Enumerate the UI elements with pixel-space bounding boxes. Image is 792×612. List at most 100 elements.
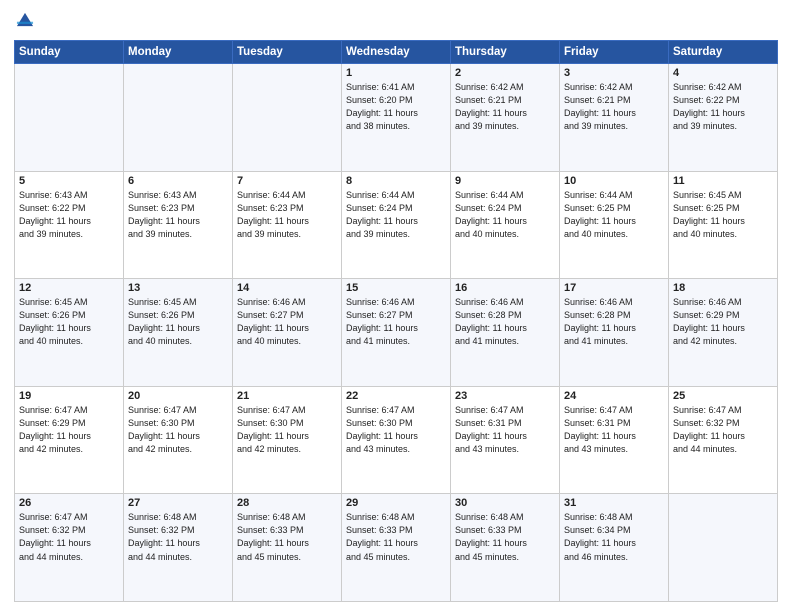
day-info: Sunrise: 6:48 AM Sunset: 6:32 PM Dayligh… bbox=[128, 511, 228, 563]
day-number: 20 bbox=[128, 390, 228, 402]
day-number: 26 bbox=[19, 497, 119, 509]
weekday-header-wednesday: Wednesday bbox=[342, 41, 451, 64]
calendar-cell: 2 Sunrise: 6:42 AM Sunset: 6:21 PM Daylig… bbox=[451, 64, 560, 172]
calendar-cell: 11 Sunrise: 6:45 AM Sunset: 6:25 PM Dayli… bbox=[669, 171, 778, 279]
day-number: 2 bbox=[455, 67, 555, 79]
page: SundayMondayTuesdayWednesdayThursdayFrid… bbox=[0, 0, 792, 612]
weekday-header-sunday: Sunday bbox=[15, 41, 124, 64]
day-info: Sunrise: 6:42 AM Sunset: 6:21 PM Dayligh… bbox=[455, 81, 555, 133]
logo bbox=[14, 10, 38, 32]
day-number: 22 bbox=[346, 390, 446, 402]
calendar-cell: 25 Sunrise: 6:47 AM Sunset: 6:32 PM Dayli… bbox=[669, 386, 778, 494]
day-info: Sunrise: 6:45 AM Sunset: 6:26 PM Dayligh… bbox=[128, 296, 228, 348]
calendar-cell: 27Sunrise: 6:48 AM Sunset: 6:32 PM Dayli… bbox=[124, 494, 233, 602]
day-info: Sunrise: 6:46 AM Sunset: 6:27 PM Dayligh… bbox=[346, 296, 446, 348]
day-info: Sunrise: 6:43 AM Sunset: 6:23 PM Dayligh… bbox=[128, 189, 228, 241]
day-info: Sunrise: 6:47 AM Sunset: 6:30 PM Dayligh… bbox=[237, 404, 337, 456]
calendar-cell: 23 Sunrise: 6:47 AM Sunset: 6:31 PM Dayli… bbox=[451, 386, 560, 494]
day-number: 5 bbox=[19, 175, 119, 187]
calendar-cell bbox=[233, 64, 342, 172]
calendar-cell: 7Sunrise: 6:44 AM Sunset: 6:23 PM Daylig… bbox=[233, 171, 342, 279]
calendar-cell: 8 Sunrise: 6:44 AM Sunset: 6:24 PM Daylig… bbox=[342, 171, 451, 279]
calendar-cell: 30 Sunrise: 6:48 AM Sunset: 6:33 PM Dayli… bbox=[451, 494, 560, 602]
day-info: Sunrise: 6:47 AM Sunset: 6:32 PM Dayligh… bbox=[673, 404, 773, 456]
day-number: 31 bbox=[564, 497, 664, 509]
day-number: 18 bbox=[673, 282, 773, 294]
day-number: 8 bbox=[346, 175, 446, 187]
calendar-cell: 3Sunrise: 6:42 AM Sunset: 6:21 PM Daylig… bbox=[560, 64, 669, 172]
calendar-cell: 15Sunrise: 6:46 AM Sunset: 6:27 PM Dayli… bbox=[342, 279, 451, 387]
day-number: 6 bbox=[128, 175, 228, 187]
calendar-week-4: 19Sunrise: 6:47 AM Sunset: 6:29 PM Dayli… bbox=[15, 386, 778, 494]
weekday-header-friday: Friday bbox=[560, 41, 669, 64]
day-info: Sunrise: 6:48 AM Sunset: 6:33 PM Dayligh… bbox=[237, 511, 337, 563]
day-info: Sunrise: 6:48 AM Sunset: 6:34 PM Dayligh… bbox=[564, 511, 664, 563]
calendar-cell bbox=[669, 494, 778, 602]
calendar-cell: 20Sunrise: 6:47 AM Sunset: 6:30 PM Dayli… bbox=[124, 386, 233, 494]
calendar-cell: 31 Sunrise: 6:48 AM Sunset: 6:34 PM Dayli… bbox=[560, 494, 669, 602]
calendar-cell: 13 Sunrise: 6:45 AM Sunset: 6:26 PM Dayli… bbox=[124, 279, 233, 387]
day-number: 1 bbox=[346, 67, 446, 79]
day-info: Sunrise: 6:41 AM Sunset: 6:20 PM Dayligh… bbox=[346, 81, 446, 133]
day-info: Sunrise: 6:44 AM Sunset: 6:23 PM Dayligh… bbox=[237, 189, 337, 241]
calendar-cell: 19Sunrise: 6:47 AM Sunset: 6:29 PM Dayli… bbox=[15, 386, 124, 494]
day-info: Sunrise: 6:43 AM Sunset: 6:22 PM Dayligh… bbox=[19, 189, 119, 241]
calendar-cell bbox=[15, 64, 124, 172]
day-number: 16 bbox=[455, 282, 555, 294]
logo-icon bbox=[14, 10, 36, 32]
calendar-cell: 14 Sunrise: 6:46 AM Sunset: 6:27 PM Dayli… bbox=[233, 279, 342, 387]
day-number: 17 bbox=[564, 282, 664, 294]
day-number: 11 bbox=[673, 175, 773, 187]
day-info: Sunrise: 6:48 AM Sunset: 6:33 PM Dayligh… bbox=[346, 511, 446, 563]
day-info: Sunrise: 6:45 AM Sunset: 6:25 PM Dayligh… bbox=[673, 189, 773, 241]
day-info: Sunrise: 6:44 AM Sunset: 6:24 PM Dayligh… bbox=[346, 189, 446, 241]
day-number: 4 bbox=[673, 67, 773, 79]
day-info: Sunrise: 6:47 AM Sunset: 6:31 PM Dayligh… bbox=[564, 404, 664, 456]
day-info: Sunrise: 6:42 AM Sunset: 6:22 PM Dayligh… bbox=[673, 81, 773, 133]
day-info: Sunrise: 6:47 AM Sunset: 6:31 PM Dayligh… bbox=[455, 404, 555, 456]
calendar-cell: 17Sunrise: 6:46 AM Sunset: 6:28 PM Dayli… bbox=[560, 279, 669, 387]
calendar-week-5: 26 Sunrise: 6:47 AM Sunset: 6:32 PM Dayli… bbox=[15, 494, 778, 602]
day-number: 25 bbox=[673, 390, 773, 402]
weekday-header-row: SundayMondayTuesdayWednesdayThursdayFrid… bbox=[15, 41, 778, 64]
day-number: 30 bbox=[455, 497, 555, 509]
day-info: Sunrise: 6:48 AM Sunset: 6:33 PM Dayligh… bbox=[455, 511, 555, 563]
day-number: 23 bbox=[455, 390, 555, 402]
calendar-cell: 6 Sunrise: 6:43 AM Sunset: 6:23 PM Daylig… bbox=[124, 171, 233, 279]
calendar-cell: 24 Sunrise: 6:47 AM Sunset: 6:31 PM Dayli… bbox=[560, 386, 669, 494]
day-info: Sunrise: 6:46 AM Sunset: 6:27 PM Dayligh… bbox=[237, 296, 337, 348]
day-info: Sunrise: 6:44 AM Sunset: 6:24 PM Dayligh… bbox=[455, 189, 555, 241]
day-number: 29 bbox=[346, 497, 446, 509]
calendar-cell: 28Sunrise: 6:48 AM Sunset: 6:33 PM Dayli… bbox=[233, 494, 342, 602]
weekday-header-saturday: Saturday bbox=[669, 41, 778, 64]
day-number: 13 bbox=[128, 282, 228, 294]
day-number: 12 bbox=[19, 282, 119, 294]
day-number: 21 bbox=[237, 390, 337, 402]
day-number: 3 bbox=[564, 67, 664, 79]
day-info: Sunrise: 6:45 AM Sunset: 6:26 PM Dayligh… bbox=[19, 296, 119, 348]
day-number: 14 bbox=[237, 282, 337, 294]
weekday-header-thursday: Thursday bbox=[451, 41, 560, 64]
calendar-cell: 26 Sunrise: 6:47 AM Sunset: 6:32 PM Dayli… bbox=[15, 494, 124, 602]
calendar-cell: 5 Sunrise: 6:43 AM Sunset: 6:22 PM Daylig… bbox=[15, 171, 124, 279]
day-number: 19 bbox=[19, 390, 119, 402]
weekday-header-monday: Monday bbox=[124, 41, 233, 64]
calendar-cell bbox=[124, 64, 233, 172]
day-info: Sunrise: 6:44 AM Sunset: 6:25 PM Dayligh… bbox=[564, 189, 664, 241]
day-info: Sunrise: 6:46 AM Sunset: 6:29 PM Dayligh… bbox=[673, 296, 773, 348]
day-number: 10 bbox=[564, 175, 664, 187]
calendar-week-1: 1 Sunrise: 6:41 AM Sunset: 6:20 PM Daylig… bbox=[15, 64, 778, 172]
day-info: Sunrise: 6:47 AM Sunset: 6:30 PM Dayligh… bbox=[346, 404, 446, 456]
day-number: 24 bbox=[564, 390, 664, 402]
calendar-cell: 22 Sunrise: 6:47 AM Sunset: 6:30 PM Dayli… bbox=[342, 386, 451, 494]
calendar-cell: 4 Sunrise: 6:42 AM Sunset: 6:22 PM Daylig… bbox=[669, 64, 778, 172]
calendar-cell: 12 Sunrise: 6:45 AM Sunset: 6:26 PM Dayli… bbox=[15, 279, 124, 387]
calendar-cell: 29 Sunrise: 6:48 AM Sunset: 6:33 PM Dayli… bbox=[342, 494, 451, 602]
calendar-cell: 1 Sunrise: 6:41 AM Sunset: 6:20 PM Daylig… bbox=[342, 64, 451, 172]
calendar-week-2: 5 Sunrise: 6:43 AM Sunset: 6:22 PM Daylig… bbox=[15, 171, 778, 279]
calendar-cell: 9Sunrise: 6:44 AM Sunset: 6:24 PM Daylig… bbox=[451, 171, 560, 279]
day-info: Sunrise: 6:47 AM Sunset: 6:32 PM Dayligh… bbox=[19, 511, 119, 563]
weekday-header-tuesday: Tuesday bbox=[233, 41, 342, 64]
day-info: Sunrise: 6:46 AM Sunset: 6:28 PM Dayligh… bbox=[455, 296, 555, 348]
calendar-week-3: 12 Sunrise: 6:45 AM Sunset: 6:26 PM Dayli… bbox=[15, 279, 778, 387]
